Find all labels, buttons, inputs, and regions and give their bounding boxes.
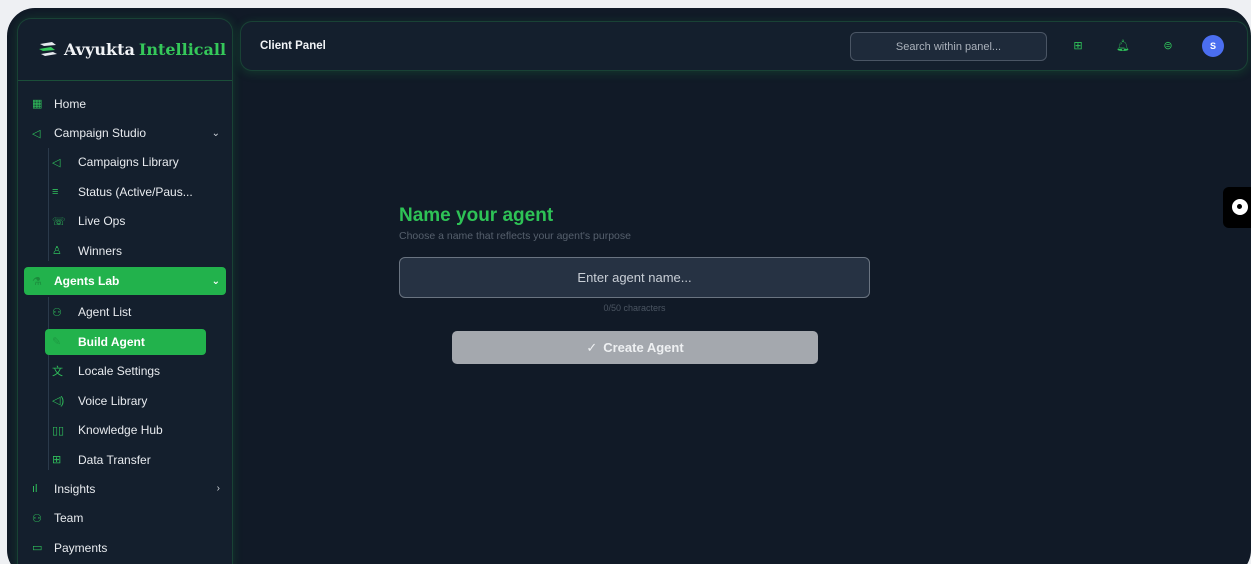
- sidebar-item-label: Team: [54, 511, 84, 526]
- form-subtext: Choose a name that reflects your agent's…: [399, 230, 631, 242]
- card-icon: ▭: [32, 542, 43, 555]
- chevron-down-icon: ⌄: [211, 275, 220, 287]
- sidebar-item-agent-list[interactable]: ⚇ Agent List: [18, 297, 232, 326]
- sidebar-item-label: Home: [54, 96, 87, 111]
- users-icon: ⚇: [32, 512, 42, 525]
- search-input[interactable]: [850, 32, 1047, 61]
- sidebar-item-payments[interactable]: ▭ Payments: [18, 533, 232, 562]
- plus-square-icon[interactable]: ⊞: [1070, 38, 1086, 54]
- sidebar-item-home[interactable]: ▦ Home: [18, 89, 232, 118]
- page-title: Client Panel: [260, 40, 326, 52]
- sidebar-item-agents-lab[interactable]: ⚗ Agents Lab ⌄: [24, 267, 226, 296]
- sidebar-item-locale-settings[interactable]: 文 Locale Settings: [18, 357, 232, 386]
- sidebar-item-label: Agent List: [78, 305, 132, 320]
- sidebar-item-label: Payments: [54, 540, 108, 555]
- sidebar-item-build-agent[interactable]: ✎ Build Agent: [45, 328, 206, 355]
- floating-widget-tab[interactable]: [1223, 187, 1251, 228]
- form-heading: Name your agent: [399, 205, 554, 226]
- agents-lab-submenu: ⚇ Agent List ✎ Build Agent 文 Locale Sett…: [18, 297, 232, 474]
- award-icon: ♙: [52, 245, 62, 258]
- create-agent-button[interactable]: ✓ Create Agent: [452, 331, 818, 364]
- sidebar-item-label: Campaign Studio: [54, 126, 147, 141]
- speaker-icon: ◁): [52, 395, 65, 408]
- filter-icon: ≡: [52, 185, 59, 198]
- download-icon: ⊞: [52, 454, 62, 467]
- grid-icon: ▦: [32, 98, 43, 111]
- bell-icon[interactable]: 🔔︎: [1115, 38, 1131, 54]
- sidebar-nav: ▦ Home ◁ Campaign Studio ⌄ ◁ Campaigns L…: [18, 81, 232, 562]
- sidebar-item-label: Agents Lab: [54, 274, 120, 289]
- sidebar: Avyukta Intellicall ▦ Home ◁ Campaign St…: [17, 18, 233, 564]
- wrench-icon: ✎: [52, 336, 62, 349]
- sidebar-item-winners[interactable]: ♙ Winners: [18, 236, 232, 265]
- sidebar-item-label: Locale Settings: [78, 364, 161, 379]
- sidebar-item-label: Campaigns Library: [78, 155, 179, 170]
- brand-name-part2: Intellicall: [138, 40, 227, 59]
- stacked-lines-icon: [38, 40, 58, 60]
- sidebar-item-data-transfer[interactable]: ⊞ Data Transfer: [18, 445, 232, 474]
- sidebar-item-insights[interactable]: ıl Insights ›: [18, 474, 232, 503]
- widget-icon: [1232, 199, 1248, 215]
- brand-name-part1: Avyukta: [64, 40, 135, 59]
- bar-chart-icon: ıl: [32, 482, 38, 495]
- brand-logo[interactable]: Avyukta Intellicall: [18, 19, 232, 81]
- sidebar-item-label: Data Transfer: [78, 452, 151, 467]
- topbar: Client Panel ⊞ 🔔︎ ⊜: [240, 21, 1248, 71]
- sidebar-item-campaigns-library[interactable]: ◁ Campaigns Library: [18, 148, 232, 177]
- sidebar-item-label: Winners: [78, 243, 123, 258]
- globe-icon[interactable]: ⊜: [1160, 38, 1176, 54]
- sidebar-item-label: Live Ops: [78, 214, 126, 229]
- sidebar-item-status[interactable]: ≡ Status (Active/Paus...: [18, 177, 232, 206]
- sidebar-item-label: Build Agent: [78, 334, 145, 349]
- avatar[interactable]: S: [1202, 35, 1224, 57]
- sidebar-item-team[interactable]: ⚇ Team: [18, 504, 232, 533]
- sidebar-item-label: Voice Library: [78, 393, 148, 408]
- users-icon: ⚇: [52, 306, 62, 319]
- app-window: Avyukta Intellicall ▦ Home ◁ Campaign St…: [7, 8, 1251, 564]
- translate-icon: 文: [52, 366, 63, 379]
- sidebar-item-campaign-studio[interactable]: ◁ Campaign Studio ⌄: [18, 118, 232, 147]
- phone-icon: ☏: [52, 215, 66, 228]
- book-icon: ▯▯: [52, 424, 65, 437]
- character-counter: 0/50 characters: [603, 303, 666, 313]
- campaign-studio-submenu: ◁ Campaigns Library ≡ Status (Active/Pau…: [18, 147, 232, 266]
- check-icon: ✓: [586, 340, 598, 355]
- sidebar-item-label: Insights: [54, 481, 96, 496]
- megaphone-icon: ◁: [32, 127, 41, 140]
- sidebar-item-label: Status (Active/Paus...: [78, 184, 193, 199]
- create-agent-label: Create Agent: [603, 340, 684, 355]
- chevron-right-icon: ›: [216, 483, 220, 495]
- sidebar-item-knowledge-hub[interactable]: ▯▯ Knowledge Hub: [18, 416, 232, 445]
- chevron-down-icon: ⌄: [211, 127, 220, 139]
- sidebar-item-voice-library[interactable]: ◁) Voice Library: [18, 386, 232, 415]
- flask-icon: ⚗: [32, 275, 42, 288]
- sidebar-item-live-ops[interactable]: ☏ Live Ops: [18, 207, 232, 236]
- sidebar-item-label: Knowledge Hub: [78, 423, 163, 438]
- agent-name-input[interactable]: [399, 257, 870, 298]
- megaphone-icon: ◁: [52, 156, 61, 169]
